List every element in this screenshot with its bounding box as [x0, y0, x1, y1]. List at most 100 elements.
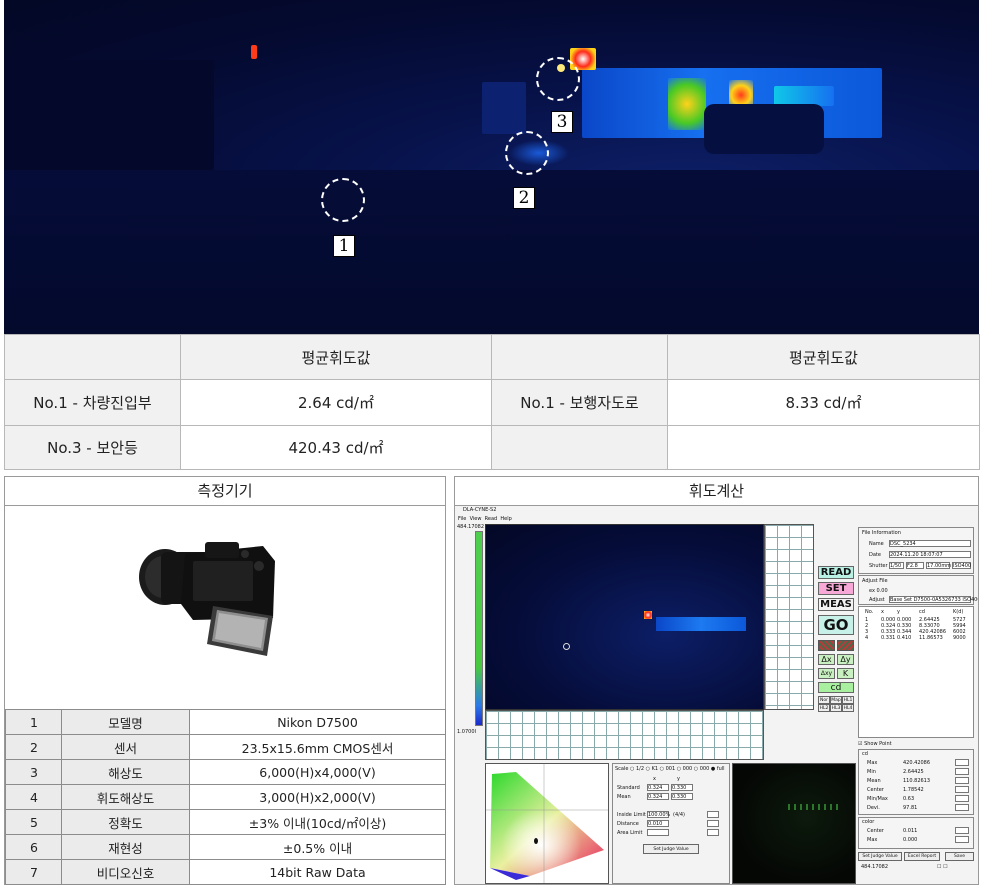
hl1-button[interactable]: HL1	[842, 696, 854, 704]
hl3-button[interactable]: HL3	[830, 704, 842, 712]
k-label: ex 0.00	[869, 588, 888, 594]
measure-point-2-label: 2	[513, 187, 535, 209]
stat-indicator	[955, 759, 969, 766]
scale-bottom-value: 1.0700I	[457, 729, 476, 735]
inside-limit-unit: (4/4)	[673, 812, 685, 818]
nor-button[interactable]: Nor	[818, 696, 830, 704]
equipment-title: 측정기기	[5, 477, 445, 506]
luminance-image: 1 2 3	[4, 0, 979, 334]
mean-y-field[interactable]: 0.330	[671, 793, 693, 800]
spec-row: 2 센서 23.5x15.6mm CMOS센서	[5, 734, 446, 760]
date-field[interactable]: 2024.11.20 18:07:07	[889, 551, 971, 558]
inside-limit-label: Inside Limit	[617, 812, 646, 818]
standard-x-field[interactable]: 0.324	[647, 784, 669, 791]
adjust-title: Adjust File	[862, 578, 888, 584]
stat-value: 420.42086	[903, 760, 931, 766]
shutter-field[interactable]: 1/50	[889, 562, 904, 569]
spec-value: 14bit Raw Data	[189, 859, 446, 885]
point-list-cell: 9000	[953, 635, 966, 641]
hl4-button[interactable]: HL4	[842, 704, 854, 712]
cd-button[interactable]: cd	[818, 682, 854, 693]
mean-x-field[interactable]: 0.324	[647, 793, 669, 800]
menu-help[interactable]: Help	[500, 516, 511, 522]
point-list-cell: 0.410	[897, 635, 912, 641]
delta-xy-button[interactable]: Δxy	[818, 668, 835, 679]
adjust-box: Adjust File ex 0.00 Adjust Base Set D750…	[858, 575, 978, 605]
file-info-box: File Information Name DSC_5234 Date 2024…	[858, 527, 974, 574]
stat-label: Center	[867, 828, 884, 834]
spec-row: 1 모델명 Nikon D7500	[5, 709, 446, 735]
storefront-hot-1	[668, 78, 706, 130]
map-icon-1[interactable]	[818, 640, 835, 651]
delta-y-button[interactable]: Δy	[837, 654, 854, 665]
calculation-title: 휘도계산	[455, 477, 978, 506]
delta-x-button[interactable]: Δx	[818, 654, 835, 665]
judge-set-button[interactable]: Set Judge Value	[643, 844, 699, 854]
point-list-header-cell: x	[881, 609, 884, 615]
meas-button[interactable]: MEAS	[818, 598, 854, 611]
distance-field[interactable]: 0.010	[647, 820, 669, 827]
judge-indicator-3	[707, 829, 719, 836]
hl2-button[interactable]: HL2	[818, 704, 830, 712]
adjust-label: Adjust	[869, 597, 885, 603]
standard-y-field[interactable]: 0.330	[671, 784, 693, 791]
focal-field[interactable]: 17.00mm	[926, 562, 951, 569]
building-left	[4, 60, 214, 170]
point-list-header-cell: y	[897, 609, 900, 615]
show-point-checkbox[interactable]: ☑ Show Point	[858, 741, 892, 747]
point-list: No. x y cd K(d) 1 0.000 0.000 2.64425 5727 2 0.324…	[858, 606, 974, 738]
stat-label: Devi.	[867, 805, 880, 811]
name-field[interactable]: DSC_5234	[889, 540, 971, 547]
adjust-field[interactable]: Base Set D7500-0A5326733 ISO400/F4	[889, 596, 978, 603]
spec-row: 5 정확도 ±3% 이내(10cd/㎡이상)	[5, 809, 446, 835]
stat-indicator	[955, 804, 969, 811]
spec-number: 5	[5, 809, 62, 835]
spec-value: 3,000(H)x2,000(V)	[189, 784, 446, 810]
preview-marker	[563, 643, 570, 650]
stat-indicator	[955, 836, 969, 843]
storefront-hot-3	[774, 86, 834, 106]
spec-number: 4	[5, 784, 62, 810]
point-list-cell: 4	[865, 635, 869, 641]
set-judge-value-button[interactable]: Set Judge Value	[858, 852, 902, 861]
aperture-field[interactable]: F2.8	[906, 562, 924, 569]
spec-number: 3	[5, 759, 62, 785]
k-button[interactable]: K	[837, 668, 854, 679]
point-list-header-cell: cd	[919, 609, 925, 615]
stat-label: Max	[867, 760, 878, 766]
spec-table: 1 모델명 Nikon D7500 2 센서 23.5x15.6mm CMOS센서 3 해상도…	[5, 709, 446, 885]
judge-indicator-2	[707, 820, 719, 827]
menu-view[interactable]: View	[470, 516, 482, 522]
stat-label: Center	[867, 787, 884, 793]
map-button[interactable]: Map	[830, 696, 842, 704]
set-button[interactable]: SET	[818, 582, 854, 595]
area-limit-field[interactable]	[647, 829, 669, 836]
cd-label: cd	[862, 751, 868, 757]
cie-diagram	[486, 764, 608, 883]
excel-report-button[interactable]: Excel Report	[904, 852, 940, 861]
go-button[interactable]: GO	[818, 615, 854, 635]
row-value: 8.33 cd/㎡	[667, 379, 980, 426]
scale-options[interactable]: Scale ○ 1/2 ○ K1 ○ 001 ○ 000 ○ 000 ● ful…	[615, 766, 725, 772]
menu-file[interactable]: File	[458, 516, 466, 522]
inside-limit-field[interactable]: 100.00%	[647, 811, 670, 818]
spec-key: 재현성	[61, 834, 190, 860]
spec-row: 6 재현성 ±0.5% 이내	[5, 834, 446, 860]
read-button[interactable]: READ	[818, 566, 854, 579]
save-button[interactable]: Save	[945, 852, 974, 861]
profile-grid-right	[764, 524, 814, 710]
map-icon-2[interactable]	[837, 640, 854, 651]
point-list-cell: 0.331	[881, 635, 896, 641]
spec-value: Nikon D7500	[189, 709, 446, 735]
measure-point-1-circle	[321, 178, 365, 222]
calculation-panel: 휘도계산 DLA-CYNE-S2 File View Read Help 484…	[454, 476, 979, 885]
stat-label: Min/Max	[867, 796, 888, 802]
point-list-cell: 11.86573	[919, 635, 943, 641]
iso-field[interactable]: ISO400	[952, 562, 971, 569]
spec-number: 6	[5, 834, 62, 860]
stat-value: 0.63	[903, 796, 915, 802]
equipment-panel: 측정기기 1 모델명 Nikon D7500 2 센서 23.5x15.6mm CMOS센…	[4, 476, 446, 885]
menu-read[interactable]: Read	[485, 516, 498, 522]
view-checkboxes[interactable]: ☐ ☐	[937, 864, 948, 870]
spec-value: ±3% 이내(10cd/㎡이상)	[189, 809, 446, 835]
